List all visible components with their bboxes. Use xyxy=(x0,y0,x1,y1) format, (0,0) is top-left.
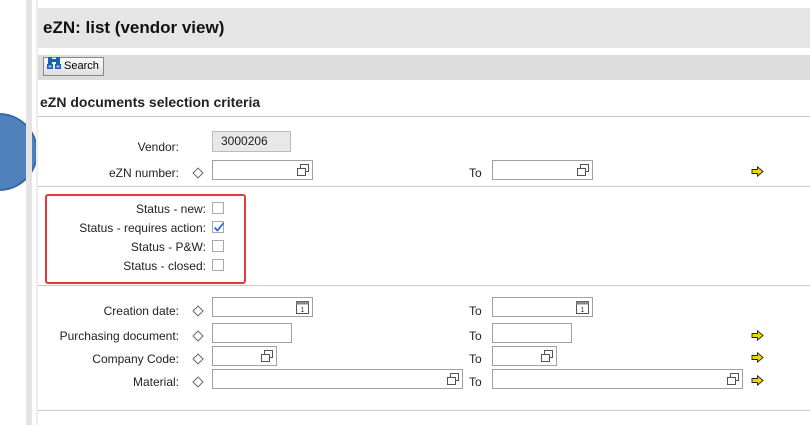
creation-date-from-input[interactable]: 1 xyxy=(212,297,313,317)
ezn-number-to-label: To xyxy=(469,166,482,180)
diamond-icon[interactable] xyxy=(192,330,204,342)
vendor-label: Vendor: xyxy=(137,140,179,154)
diamond-icon[interactable] xyxy=(192,167,204,179)
company-code-to-label: To xyxy=(469,352,482,366)
toolbar: Search xyxy=(38,55,810,80)
yellow-arrow-icon[interactable] xyxy=(751,330,764,341)
diamond-icon[interactable] xyxy=(192,353,204,365)
section-divider xyxy=(38,116,810,117)
yellow-arrow-icon[interactable] xyxy=(751,375,764,386)
multiple-selection-icon[interactable] xyxy=(261,350,273,362)
material-from-input[interactable] xyxy=(212,369,463,389)
multiple-selection-icon[interactable] xyxy=(727,373,739,385)
binoculars-icon xyxy=(47,56,61,77)
status-group-divider-top xyxy=(38,186,810,187)
vendor-field: 3000206 xyxy=(212,131,291,152)
purchasing-document-to-label: To xyxy=(469,329,482,343)
page-title: eZN: list (vendor view) xyxy=(38,8,810,48)
diamond-icon[interactable] xyxy=(192,305,204,317)
section-divider-bottom xyxy=(38,410,810,411)
creation-date-to-label: To xyxy=(469,304,482,318)
calendar-icon[interactable]: 1 xyxy=(296,300,309,314)
ezn-number-label: eZN number: xyxy=(108,166,179,180)
left-border xyxy=(26,0,32,425)
svg-text:1: 1 xyxy=(581,307,585,314)
multiple-selection-icon[interactable] xyxy=(447,373,459,385)
company-code-from-input[interactable] xyxy=(212,346,277,366)
calendar-icon[interactable]: 1 xyxy=(576,300,589,314)
company-code-label: Company Code: xyxy=(92,352,179,366)
svg-text:1: 1 xyxy=(301,307,305,314)
status-group-divider-bottom xyxy=(38,285,810,286)
company-code-to-input[interactable] xyxy=(492,346,557,366)
decorative-blue-circle xyxy=(0,113,38,191)
diamond-icon[interactable] xyxy=(192,376,204,388)
multiple-selection-icon[interactable] xyxy=(297,164,309,176)
ezn-number-to-input[interactable] xyxy=(492,160,593,180)
highlight-box xyxy=(45,194,246,284)
purchasing-document-from-input[interactable] xyxy=(212,323,292,343)
creation-date-label: Creation date: xyxy=(103,304,179,318)
purchasing-document-label: Purchasing document: xyxy=(59,329,179,343)
yellow-arrow-icon[interactable] xyxy=(751,166,764,177)
material-label: Material: xyxy=(132,375,179,389)
multiple-selection-icon[interactable] xyxy=(577,164,589,176)
ezn-number-from-input[interactable] xyxy=(212,160,313,180)
material-to-input[interactable] xyxy=(492,369,743,389)
material-to-label: To xyxy=(469,375,482,389)
search-button-label: Search xyxy=(64,60,99,72)
section-title: eZN documents selection criteria xyxy=(40,94,261,110)
yellow-arrow-icon[interactable] xyxy=(751,352,764,363)
search-button[interactable]: Search xyxy=(43,57,104,76)
purchasing-document-to-input[interactable] xyxy=(492,323,572,343)
creation-date-to-input[interactable]: 1 xyxy=(492,297,593,317)
multiple-selection-icon[interactable] xyxy=(541,350,553,362)
